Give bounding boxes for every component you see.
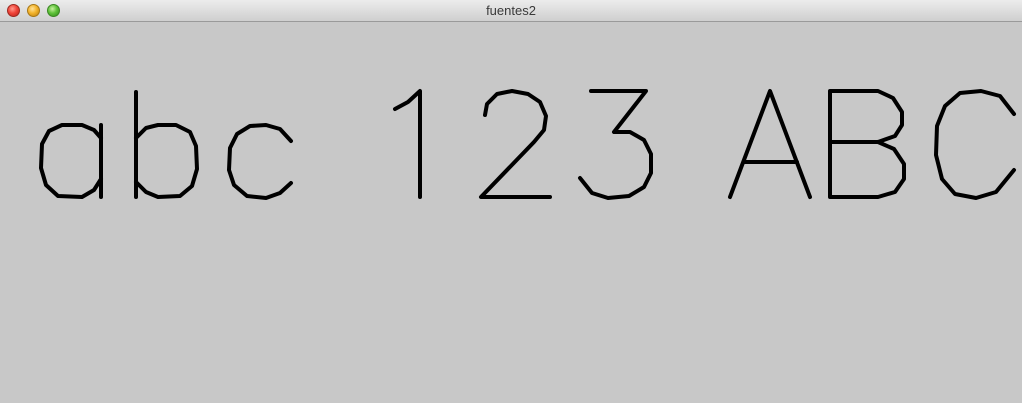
glyph-c-lowercase [227,123,293,200]
glyph-a-lowercase [39,123,103,199]
glyph-digit-1 [393,89,422,199]
glyph-b-lowercase [134,90,199,199]
app-window: fuentes2 [0,0,1022,403]
glyph-digit-2 [479,89,552,199]
glyph-B-uppercase [828,89,906,199]
word-123 [393,89,653,200]
window-title: fuentes2 [486,3,536,18]
drawing-canvas[interactable] [0,22,1022,403]
word-ABC [728,89,1016,200]
title-bar[interactable]: fuentes2 [0,0,1022,22]
glyph-C-uppercase [934,89,1016,200]
glyph-digit-3 [578,89,653,200]
glyph-A-uppercase [728,89,812,199]
word-abc [39,90,293,200]
